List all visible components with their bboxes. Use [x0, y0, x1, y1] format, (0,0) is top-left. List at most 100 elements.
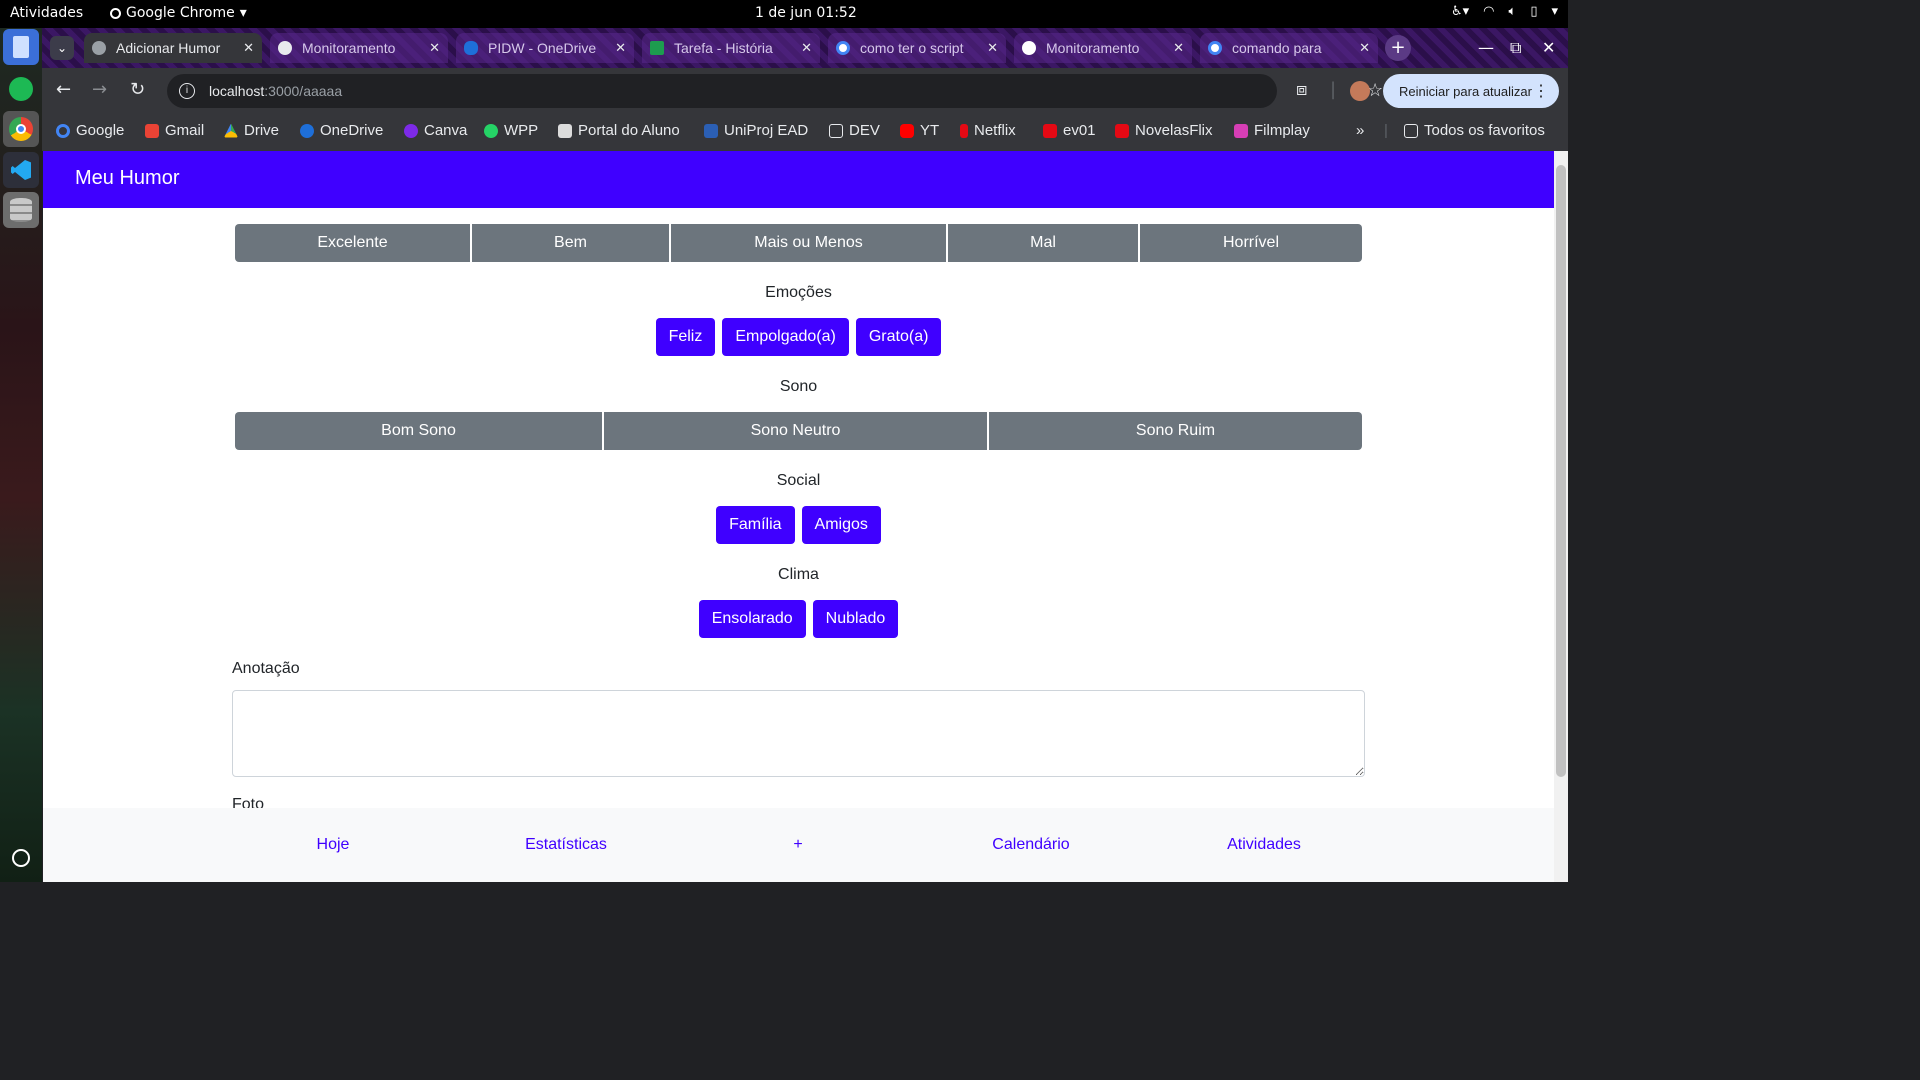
sleep-bom-button[interactable]: Bom Sono [235, 412, 604, 450]
files-app-icon[interactable] [3, 29, 39, 65]
sleep-ruim-button[interactable]: Sono Ruim [989, 412, 1362, 450]
maximize-icon[interactable]: ⧉ [1510, 38, 1521, 58]
emotion-empolgado-button[interactable]: Empolgado(a) [722, 318, 849, 356]
bookmark-yt[interactable]: YT [900, 122, 939, 139]
close-icon[interactable]: ✕ [243, 40, 254, 56]
google-icon [836, 41, 850, 55]
system-tray[interactable]: ♿︎▾ ◠ 🔈︎ ▯ ▾ [1451, 4, 1558, 19]
tab-search-button[interactable]: ⌄ [50, 36, 74, 60]
page-scrollbar[interactable] [1554, 151, 1568, 882]
tab-monitoramento[interactable]: Monitoramento ✕ [270, 33, 448, 63]
emotion-grato-button[interactable]: Grato(a) [855, 318, 942, 356]
bookmark-novelasflix[interactable]: NovelasFlix [1115, 122, 1213, 139]
app-brand[interactable]: Meu Humor [75, 167, 179, 190]
profile-avatar[interactable] [1350, 81, 1370, 101]
weather-nublado-button[interactable]: Nublado [812, 600, 899, 638]
forward-icon[interactable]: → [92, 79, 107, 100]
note-textarea[interactable] [232, 690, 1365, 777]
chrome-icon[interactable] [3, 111, 39, 147]
tab-tarefa-historia[interactable]: Tarefa - História ✕ [642, 33, 820, 63]
show-apps-icon[interactable] [3, 840, 39, 876]
bookmark-label: NovelasFlix [1135, 122, 1213, 139]
close-icon[interactable]: ✕ [615, 40, 626, 56]
minimize-icon[interactable]: — [1478, 38, 1494, 57]
bookmark-canva[interactable]: Canva [404, 122, 467, 139]
tab-como-ter-o-script[interactable]: como ter o script ✕ [828, 33, 1006, 63]
all-bookmarks-folder[interactable]: Todos os favoritos [1404, 122, 1545, 139]
nav-calendario[interactable]: Calendário [992, 836, 1069, 854]
more-bookmarks-button[interactable]: » [1356, 122, 1364, 139]
novelasflix-icon [1115, 123, 1129, 138]
close-icon[interactable]: ✕ [801, 40, 812, 56]
app-menu[interactable]: Google Chrome ▾ [110, 5, 247, 21]
weather-row: Ensolarado Nublado [43, 600, 1554, 638]
whatsapp-icon [484, 123, 498, 138]
close-icon[interactable]: ✕ [429, 40, 440, 56]
bookmark-dev-folder[interactable]: DEV [829, 122, 880, 139]
vscode-icon[interactable] [3, 152, 39, 188]
close-window-icon[interactable]: ✕ [1542, 38, 1555, 57]
kebab-menu-icon[interactable]: ⋮ [1533, 81, 1549, 101]
mood-horrivel-button[interactable]: Horrível [1140, 224, 1362, 262]
mood-mais-ou-menos-button[interactable]: Mais ou Menos [671, 224, 948, 262]
database-icon[interactable] [3, 192, 39, 228]
bookmark-portal-do-aluno[interactable]: Portal do Aluno [558, 122, 680, 139]
clock[interactable]: 1 de jun 01:52 [755, 5, 857, 21]
bookmark-wpp[interactable]: WPP [484, 122, 538, 139]
bookmark-onedrive[interactable]: OneDrive [300, 122, 383, 139]
bookmark-google[interactable]: Google [56, 122, 124, 139]
sleep-button-group: Bom Sono Sono Neutro Sono Ruim [235, 412, 1362, 450]
social-heading: Social [776, 472, 821, 489]
google-icon [56, 123, 70, 138]
bookmark-uniproj-ead[interactable]: UniProj EAD [704, 122, 808, 139]
bookmark-label: Todos os favoritos [1424, 122, 1545, 139]
social-familia-button[interactable]: Família [716, 506, 795, 544]
toolbar-divider: | [1330, 79, 1337, 100]
tab-adicionar-humor[interactable]: Adicionar Humor ✕ [84, 33, 262, 63]
tab-comando-para[interactable]: comando para ✕ [1200, 33, 1378, 63]
weather-ensolarado-button[interactable]: Ensolarado [698, 600, 806, 638]
nav-hoje[interactable]: Hoje [317, 836, 350, 854]
restart-to-update-button[interactable]: Reiniciar para atualizar ⋮ [1383, 74, 1559, 108]
volume-icon: 🔈︎ [1508, 4, 1517, 19]
bookmark-ev01[interactable]: ev01 [1043, 122, 1096, 139]
bookmark-label: WPP [504, 122, 539, 139]
scrollbar-thumb[interactable] [1556, 165, 1566, 777]
bookmark-filmplay[interactable]: Filmplay [1234, 122, 1310, 139]
bookmark-gmail[interactable]: Gmail [145, 122, 204, 139]
new-tab-button[interactable]: + [1385, 35, 1411, 61]
social-row: Família Amigos [43, 506, 1554, 544]
nav-add-button[interactable]: + [793, 836, 802, 854]
emotions-heading: Emoções [765, 284, 832, 301]
social-amigos-button[interactable]: Amigos [801, 506, 881, 544]
close-icon[interactable]: ✕ [1173, 40, 1184, 56]
bookmark-drive[interactable]: Drive [224, 122, 279, 139]
mood-excelente-button[interactable]: Excelente [235, 224, 472, 262]
play-icon [1043, 123, 1057, 138]
browser-toolbar: ← → ↻ i localhost :3000/aaaaa ☆ ⧈ | Rein… [42, 68, 1568, 114]
close-icon[interactable]: ✕ [1359, 40, 1370, 56]
emotion-feliz-button[interactable]: Feliz [655, 318, 716, 356]
reload-icon[interactable]: ↻ [130, 79, 145, 100]
accessibility-icon[interactable]: ♿︎▾ [1451, 4, 1469, 19]
tab-pidw-onedrive[interactable]: PIDW - OneDrive ✕ [456, 33, 634, 63]
sleep-neutro-button[interactable]: Sono Neutro [604, 412, 989, 450]
close-icon[interactable]: ✕ [987, 40, 998, 56]
address-bar[interactable]: i localhost :3000/aaaaa ☆ [167, 74, 1383, 108]
extensions-icon[interactable]: ⧈ [1296, 79, 1307, 100]
google-icon [1208, 41, 1222, 55]
nav-atividades[interactable]: Atividades [1227, 836, 1301, 854]
mood-bem-button[interactable]: Bem [472, 224, 671, 262]
bookmarks-divider: | [1384, 122, 1388, 139]
system-top-bar: Atividades Google Chrome ▾ 1 de jun 01:5… [0, 0, 1568, 28]
spotify-icon[interactable] [3, 71, 39, 107]
site-info-icon[interactable]: i [179, 83, 195, 99]
nav-estatisticas[interactable]: Estatísticas [525, 836, 607, 854]
tab-title: Monitoramento [302, 40, 396, 56]
activities-button[interactable]: Atividades [10, 5, 83, 21]
bookmark-label: Portal do Aluno [578, 122, 680, 139]
mood-mal-button[interactable]: Mal [948, 224, 1140, 262]
tab-monitoramento-github[interactable]: Monitoramento ✕ [1014, 33, 1192, 63]
bookmark-netflix[interactable]: Netflix [960, 122, 1016, 139]
back-icon[interactable]: ← [56, 79, 71, 100]
